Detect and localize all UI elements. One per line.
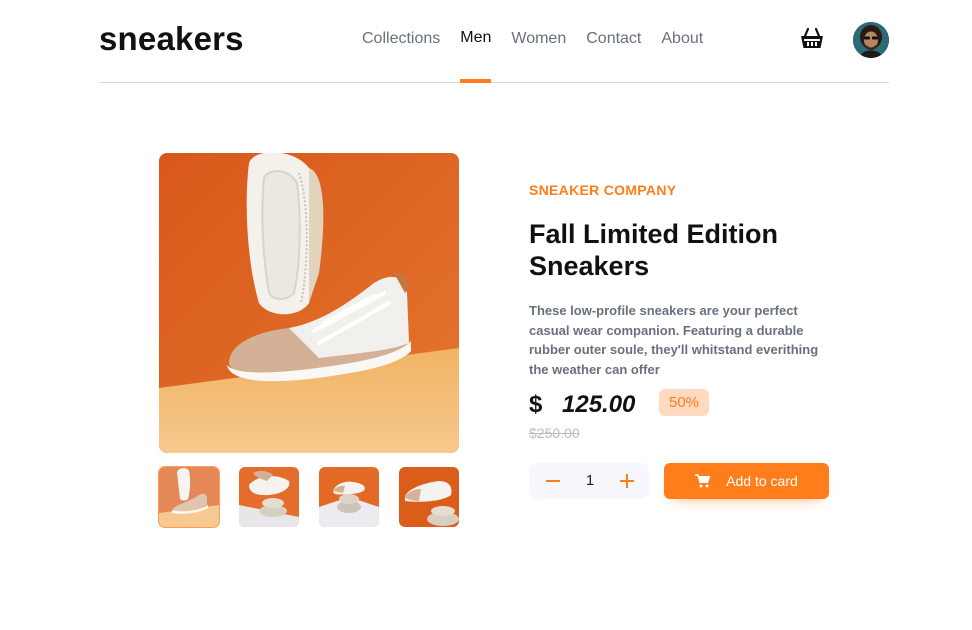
site-header: sneakers Collections Men Women Contact A… [99, 0, 889, 83]
quantity-value[interactable]: 1 [565, 463, 615, 499]
nav-about[interactable]: About [661, 0, 703, 83]
logo[interactable]: sneakers [99, 20, 244, 58]
thumbnail-4[interactable] [399, 467, 459, 527]
current-price: 125.00 [562, 391, 636, 418]
avatar[interactable] [853, 22, 889, 58]
thumbnail-2[interactable] [239, 467, 299, 527]
plus-icon[interactable] [609, 463, 645, 499]
currency-symbol: $ [529, 391, 543, 418]
company-name: SNEAKER COMPANY [529, 182, 677, 198]
add-to-cart-button[interactable]: Add to card [664, 463, 829, 499]
nav-men[interactable]: Men [460, 0, 492, 83]
cart-icon[interactable] [799, 26, 825, 52]
nav-women[interactable]: Women [511, 0, 566, 83]
thumbnail-3[interactable] [319, 467, 379, 527]
product-description: These low-profile sneakers are your perf… [529, 303, 819, 377]
discount-badge: 50% [659, 389, 709, 416]
add-to-cart-label: Add to card [726, 473, 798, 489]
price-row: $ 125.00 50% [529, 389, 829, 419]
main-nav: Collections Men Women Contact About [362, 0, 723, 83]
sneaker-hero-image[interactable] [159, 153, 459, 453]
thumbnail-strip [158, 466, 459, 528]
product-details: SNEAKER COMPANY Fall Limited Edition Sne… [529, 182, 839, 499]
original-price: $250.00 [529, 425, 580, 441]
nav-contact[interactable]: Contact [586, 0, 641, 83]
thumbnail-1[interactable] [158, 466, 220, 528]
nav-collections[interactable]: Collections [362, 0, 440, 83]
cart-icon [695, 474, 711, 488]
product-title: Fall Limited Edition Sneakers [529, 219, 778, 281]
quantity-stepper: 1 [529, 463, 649, 499]
